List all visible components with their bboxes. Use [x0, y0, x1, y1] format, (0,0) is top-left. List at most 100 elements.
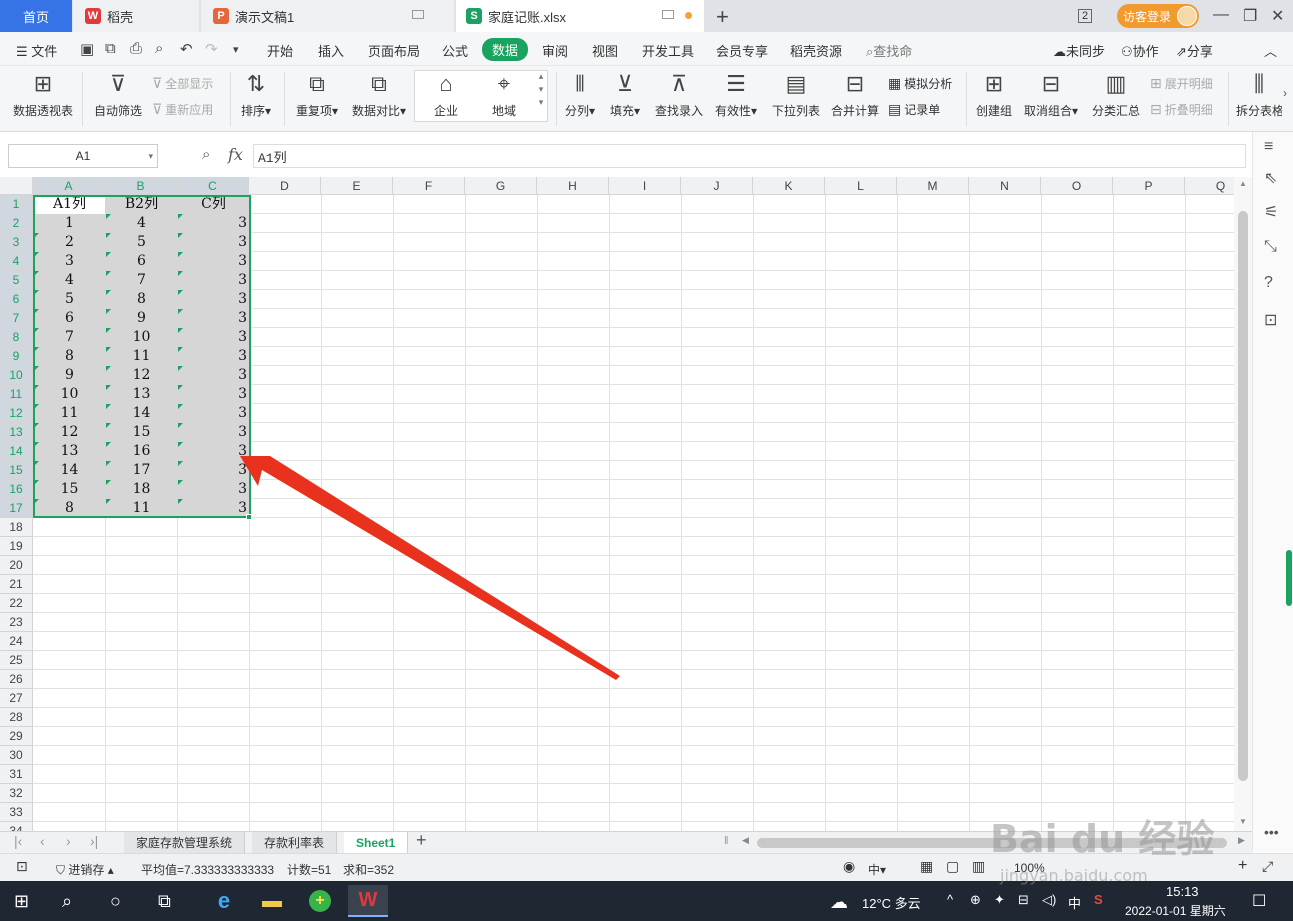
- menu-home[interactable]: 开始: [267, 41, 293, 60]
- zoom-in-icon[interactable]: +: [1238, 857, 1247, 875]
- menu-review[interactable]: 审阅: [542, 41, 568, 60]
- row-header-32[interactable]: 32: [0, 784, 33, 803]
- fullscreen-icon[interactable]: ⤢: [1262, 858, 1273, 875]
- dropdown-list-button[interactable]: ▤ 下拉列表: [768, 70, 824, 119]
- collapse-ribbon-icon[interactable]: ︿: [1264, 41, 1277, 60]
- row-header-34[interactable]: 34: [0, 822, 33, 831]
- page-layout-view-icon[interactable]: ▢: [946, 858, 959, 875]
- weather-text[interactable]: 12°C 多云: [862, 893, 921, 912]
- duplicates-button[interactable]: ⧉ 重复项▾: [292, 70, 342, 119]
- row-header-29[interactable]: 29: [0, 727, 33, 746]
- split-column-button[interactable]: ⫴ 分列▾: [562, 70, 598, 119]
- tab-home[interactable]: 首页: [0, 0, 72, 32]
- ime-indicator[interactable]: 中: [1068, 893, 1081, 912]
- command-search[interactable]: ⌕查找命: [866, 41, 912, 60]
- app-green-icon[interactable]: +: [300, 885, 340, 917]
- column-header-c[interactable]: C: [177, 177, 249, 195]
- row-header-6[interactable]: 6: [0, 290, 33, 309]
- column-header-j[interactable]: J: [681, 177, 753, 195]
- scroll-up-icon[interactable]: ▲: [1239, 179, 1247, 188]
- show-all-button[interactable]: ⊽ 全部显示: [152, 75, 213, 92]
- column-header-o[interactable]: O: [1041, 177, 1113, 195]
- menu-insert[interactable]: 插入: [318, 41, 344, 60]
- settings-sliders-icon[interactable]: ⚟: [1264, 202, 1278, 222]
- column-header-l[interactable]: L: [825, 177, 897, 195]
- ribbon-scroll-right-icon[interactable]: ›: [1283, 86, 1287, 100]
- last-sheet-icon[interactable]: ›|: [90, 833, 98, 849]
- pivot-table-button[interactable]: ⊞ 数据透视表: [10, 70, 76, 119]
- normal-view-icon[interactable]: ▦: [920, 858, 933, 875]
- file-explorer-icon[interactable]: ▬: [252, 885, 292, 917]
- split-handle-icon[interactable]: ‖: [724, 835, 729, 847]
- save-icon[interactable]: ▣: [80, 40, 94, 58]
- wps-office-icon[interactable]: W: [348, 885, 388, 917]
- column-header-d[interactable]: D: [249, 177, 321, 195]
- spreadsheet-grid[interactable]: A1列 B2列 C列 1 2 3 4 5 6 7 8 9 10 11 12 13 14 15 8 4 5 6 7 8 9 10 11…: [0, 177, 1234, 831]
- fx-icon[interactable]: fx: [228, 145, 243, 164]
- list-icon[interactable]: ≡: [1264, 138, 1273, 156]
- close-button[interactable]: ✕: [1271, 6, 1284, 26]
- column-header-g[interactable]: G: [465, 177, 537, 195]
- vertical-scroll-thumb[interactable]: [1238, 211, 1248, 781]
- cortana-icon[interactable]: ○: [110, 891, 121, 912]
- add-sheet-button[interactable]: +: [416, 830, 427, 851]
- subtotal-button[interactable]: ▥ 分类汇总: [1090, 70, 1142, 119]
- autofilter-button[interactable]: ⊽ 自动筛选: [90, 70, 146, 119]
- help-icon[interactable]: ?: [1264, 274, 1273, 292]
- first-sheet-icon[interactable]: |‹: [14, 833, 22, 849]
- validity-button[interactable]: ☰ 有效性▾: [712, 70, 760, 119]
- new-tab-button[interactable]: +: [716, 4, 729, 30]
- row-header-33[interactable]: 33: [0, 803, 33, 822]
- menu-member[interactable]: 会员专享: [716, 41, 768, 60]
- minimize-button[interactable]: —: [1213, 6, 1229, 24]
- ie-browser-icon[interactable]: e: [204, 885, 244, 917]
- volume-icon[interactable]: ◁): [1042, 892, 1056, 908]
- row-header-11[interactable]: 11: [0, 385, 33, 404]
- row-header-16[interactable]: 16: [0, 480, 33, 499]
- sync-button[interactable]: ☁未同步: [1053, 41, 1105, 60]
- fill-button[interactable]: ⊻ 填充▾: [606, 70, 644, 119]
- row-header-14[interactable]: 14: [0, 442, 33, 461]
- row-header-9[interactable]: 9: [0, 347, 33, 366]
- print-preview-icon[interactable]: ⌕: [155, 40, 163, 57]
- sogou-ime-icon[interactable]: S: [1094, 892, 1103, 907]
- sort-button[interactable]: ⇅ 排序▾: [236, 70, 276, 119]
- sheet-tab-sheet1[interactable]: Sheet1: [344, 832, 409, 854]
- menu-view[interactable]: 视图: [592, 41, 618, 60]
- expand-detail-button[interactable]: ⊞ 展开明细: [1150, 75, 1213, 92]
- row-header-12[interactable]: 12: [0, 404, 33, 423]
- column-header-q[interactable]: Q: [1185, 177, 1234, 195]
- menu-docer-resources[interactable]: 稻壳资源: [790, 41, 842, 60]
- scroll-right-icon[interactable]: ▶: [1238, 835, 1245, 846]
- visitor-login-button[interactable]: 访客登录: [1117, 4, 1199, 28]
- more-icon[interactable]: •••: [1264, 824, 1279, 840]
- window-count-badge[interactable]: 2: [1078, 0, 1102, 32]
- row-header-30[interactable]: 30: [0, 746, 33, 765]
- consolidate-button[interactable]: ⊟ 合并计算: [828, 70, 882, 119]
- row-header-13[interactable]: 13: [0, 423, 33, 442]
- row-header-1[interactable]: 1: [0, 195, 33, 214]
- prev-sheet-icon[interactable]: ‹: [40, 833, 45, 849]
- cursor-icon[interactable]: ⇖: [1264, 168, 1277, 188]
- fill-handle[interactable]: [246, 514, 252, 520]
- transform-icon[interactable]: ⤡: [1264, 238, 1277, 256]
- row-header-7[interactable]: 7: [0, 309, 33, 328]
- sheet-tab-interest-rates[interactable]: 存款利率表: [252, 832, 338, 854]
- formula-input[interactable]: A1列: [253, 144, 1246, 168]
- row-header-23[interactable]: 23: [0, 613, 33, 632]
- create-group-button[interactable]: ⊞ 创建组: [974, 70, 1014, 119]
- zoom-formula-icon[interactable]: ⌕: [202, 146, 210, 163]
- restore-button[interactable]: ❐: [1243, 6, 1257, 26]
- backup-status[interactable]: ⛉ 进销存 ▴: [56, 861, 114, 878]
- collapse-detail-button[interactable]: ⊟ 折叠明细: [1150, 101, 1213, 118]
- tab-docer[interactable]: W 稻壳: [73, 0, 199, 32]
- column-header-h[interactable]: H: [537, 177, 609, 195]
- bluetooth-icon[interactable]: ✦: [994, 892, 1005, 908]
- page-break-view-icon[interactable]: ▥: [972, 858, 985, 875]
- column-header-k[interactable]: K: [753, 177, 825, 195]
- column-header-m[interactable]: M: [897, 177, 969, 195]
- region-button[interactable]: ⌖ 地域: [482, 70, 526, 119]
- column-header-n[interactable]: N: [969, 177, 1041, 195]
- row-header-5[interactable]: 5: [0, 271, 33, 290]
- tab-spreadsheet[interactable]: S 家庭记账.xlsx: [456, 0, 704, 32]
